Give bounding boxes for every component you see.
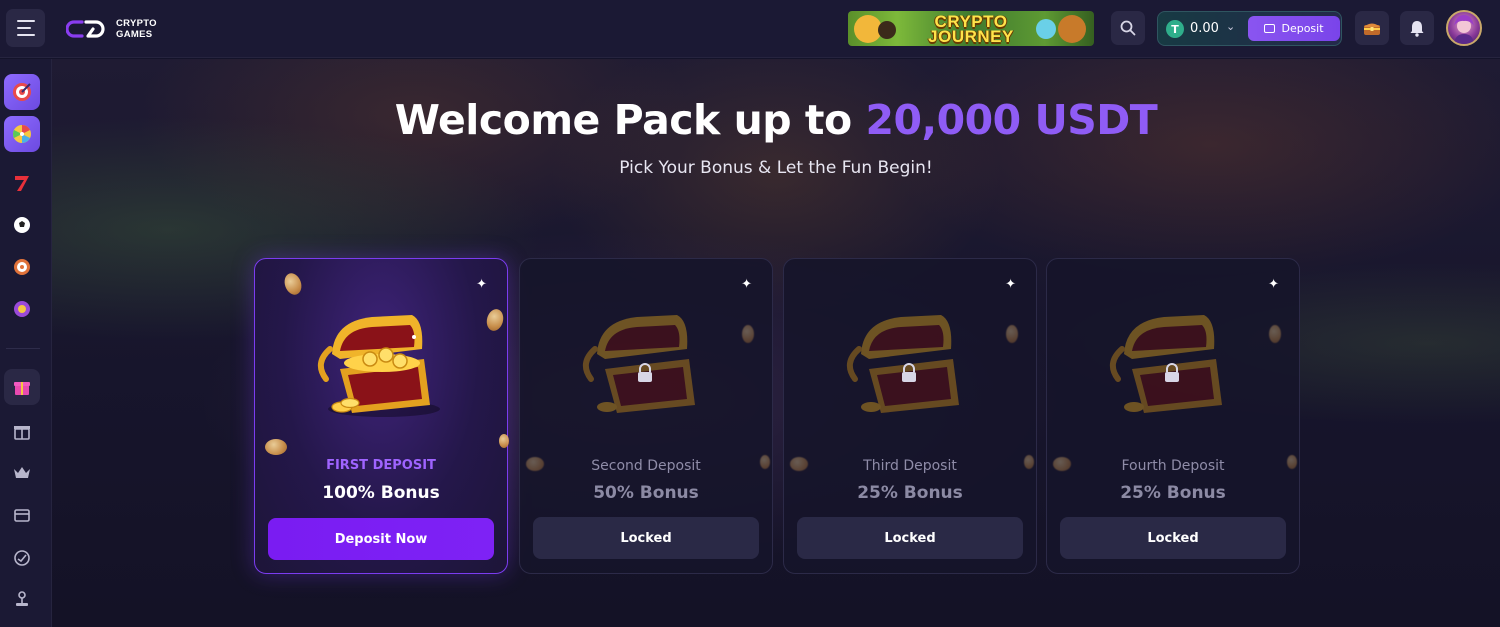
logo-text-line2: GAMES (116, 29, 153, 40)
logo[interactable]: CRYPTO GAMES (66, 14, 157, 44)
soccer-ball-icon (14, 217, 30, 233)
wheel-of-fortune-icon (13, 125, 31, 143)
lock-icon (1165, 363, 1179, 382)
hero-subline: Pick Your Bonus & Let the Fun Begin! (619, 158, 933, 178)
promo-character-icon (878, 21, 896, 39)
bonus-card-title: Third Deposit (863, 458, 957, 474)
chevron-down-icon[interactable]: ⌄ (1226, 20, 1235, 33)
user-avatar[interactable] (1446, 10, 1482, 46)
sidebar-item-games[interactable] (4, 581, 40, 617)
search-button[interactable] (1111, 11, 1145, 45)
bonus-card-third: ✦ Third Deposit 25% Bonus Locked (783, 258, 1037, 574)
bonus-card-title: FIRST DEPOSIT (326, 458, 436, 473)
crown-icon (14, 467, 30, 478)
hero-headline: Welcome Pack up to 20,000 USDT (52, 96, 1500, 144)
joystick-icon (16, 591, 28, 606)
bell-icon (1410, 20, 1424, 37)
locked-button[interactable]: Locked (533, 517, 759, 559)
bonus-card-amount: 50% Bonus (593, 483, 699, 503)
bonus-card-amount: 25% Bonus (857, 483, 963, 503)
coin-icon (1269, 325, 1281, 343)
coin-icon (742, 325, 754, 343)
usdt-coin-icon: T (1166, 20, 1184, 38)
sidebar-item-target[interactable] (4, 74, 40, 110)
bonus-card-amount: 25% Bonus (1120, 483, 1226, 503)
promo-treasure-icon (1058, 15, 1086, 43)
sparkle-icon: ✦ (476, 277, 487, 292)
coin-icon (499, 434, 509, 448)
notifications-button[interactable] (1400, 11, 1434, 45)
sidebar (0, 59, 52, 627)
gift-icon (14, 426, 30, 440)
promo-banner-text: CRYPTO JOURNEY (928, 11, 1014, 46)
locked-button[interactable]: Locked (1060, 517, 1286, 559)
hero-headline-accent: 20,000 USDT (865, 96, 1158, 144)
gift-box-icon (14, 382, 30, 395)
treasure-chest-icon (1364, 23, 1380, 35)
sidebar-item-gifts[interactable] (4, 413, 40, 449)
promo-flag-icon (1036, 19, 1056, 39)
crypto-games-logo-icon (66, 20, 105, 38)
slot-seven-icon (15, 176, 29, 191)
deposit-now-button[interactable]: Deposit Now (268, 518, 494, 560)
bonus-card-title: Fourth Deposit (1121, 458, 1225, 474)
roulette-icon (14, 259, 30, 275)
sidebar-item-vip[interactable] (4, 455, 40, 491)
promo-banner[interactable]: CRYPTO JOURNEY (848, 11, 1094, 46)
hamburger-menu-button[interactable] (6, 9, 45, 47)
sidebar-item-tickets[interactable] (4, 497, 40, 533)
top-bar: CRYPTO GAMES CRYPTO JOURNEY T 0.00 ⌄ Dep… (0, 0, 1500, 58)
treasure-chest-illustration (312, 309, 452, 429)
pinball-icon (14, 301, 30, 317)
deposit-label: Deposit (1281, 22, 1324, 35)
sparkle-icon: ✦ (1268, 277, 1279, 292)
rewards-button[interactable] (1355, 11, 1389, 45)
sidebar-item-sports[interactable] (4, 207, 40, 243)
sidebar-item-slots[interactable] (4, 165, 40, 201)
sidebar-item-bonus[interactable] (4, 369, 40, 405)
sparkle-icon: ✦ (741, 277, 752, 292)
sparkle-icon: ✦ (1005, 277, 1016, 292)
target-icon (13, 83, 31, 101)
sidebar-item-wheel[interactable] (4, 116, 40, 152)
treasure-chest-icon (317, 315, 440, 417)
wallet-icon (1264, 24, 1276, 33)
wallet-balance: 0.00 (1190, 21, 1219, 36)
logo-text: CRYPTO GAMES (116, 18, 157, 40)
coin-icon (265, 439, 287, 455)
sidebar-divider (6, 348, 40, 349)
bonus-card-second: ✦ Second Deposit 50% Bonus Locked (519, 258, 773, 574)
locked-button[interactable]: Locked (797, 517, 1023, 559)
logo-text-line1: CRYPTO (116, 18, 157, 29)
coin-icon (281, 270, 305, 298)
sidebar-item-pinball[interactable] (4, 291, 40, 327)
lock-icon (638, 363, 652, 382)
lock-icon (902, 363, 916, 382)
bonus-card-fourth: ✦ Fourth Deposit 25% Bonus Locked (1046, 258, 1300, 574)
search-icon (1120, 20, 1136, 36)
bonus-card-title: Second Deposit (591, 458, 701, 474)
header-deposit-button[interactable]: Deposit (1248, 16, 1340, 41)
coin-icon (1006, 325, 1018, 343)
ticket-icon (14, 509, 30, 522)
avatar-character-icon (1454, 15, 1474, 44)
wallet-widget[interactable]: T 0.00 ⌄ Deposit (1157, 11, 1342, 46)
coin-icon (484, 307, 506, 333)
headset-support-icon (14, 550, 30, 566)
bonus-card-first: ✦ FIRST DEPOSIT 100% Bonus Deposit Now (254, 258, 509, 574)
hero-headline-main: Welcome Pack up to (394, 96, 852, 144)
bonus-card-amount: 100% Bonus (322, 483, 440, 503)
sidebar-item-support[interactable] (4, 540, 40, 576)
sidebar-item-roulette[interactable] (4, 249, 40, 285)
